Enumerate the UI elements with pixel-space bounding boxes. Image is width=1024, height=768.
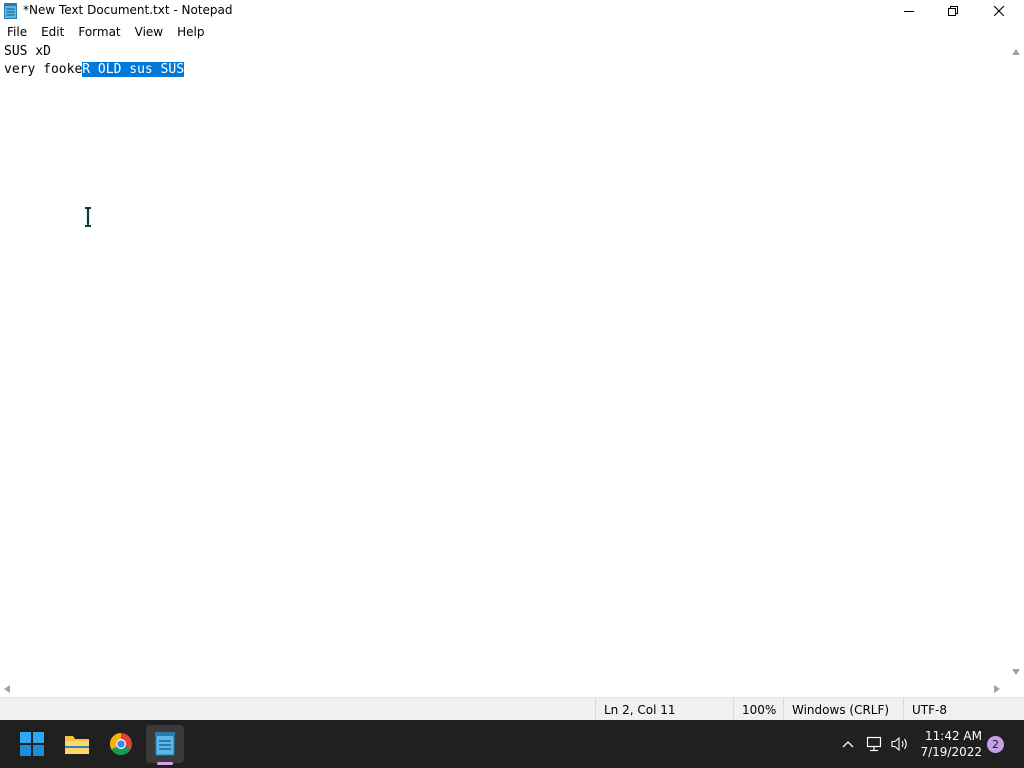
- restore-button[interactable]: [930, 0, 976, 22]
- text-cursor-icon: [85, 207, 91, 227]
- notepad-taskbar-button[interactable]: [146, 725, 184, 763]
- title-bar: *New Text Document.txt - Notepad: [0, 0, 1024, 22]
- minimize-icon: [904, 11, 914, 12]
- line-text: SUS xD: [4, 44, 51, 59]
- encoding: UTF-8: [903, 698, 1024, 721]
- editor-line: very fookeR OLD sus SUS: [4, 61, 185, 79]
- clock[interactable]: 11:42 AM 7/19/2022: [918, 728, 982, 760]
- chevron-up-icon: [842, 741, 854, 748]
- status-bar: Ln 2, Col 11 100% Windows (CRLF) UTF-8: [0, 697, 1024, 721]
- notepad-icon: [155, 732, 175, 756]
- notepad-app-icon: [4, 3, 17, 19]
- scroll-corner: [1008, 681, 1024, 697]
- menu-help[interactable]: Help: [170, 23, 211, 43]
- volume-icon: [891, 736, 907, 752]
- scroll-left-icon[interactable]: [4, 685, 10, 693]
- line-ending: Windows (CRLF): [783, 698, 903, 721]
- start-icon: [20, 732, 44, 756]
- restore-icon: [948, 6, 958, 16]
- clock-date: 7/19/2022: [920, 745, 982, 759]
- zoom-level: 100%: [733, 698, 783, 721]
- selected-text: R OLD sus SUS: [82, 62, 185, 77]
- file-explorer-icon: [65, 736, 89, 754]
- file-explorer-button[interactable]: [61, 728, 93, 760]
- horizontal-scrollbar[interactable]: [0, 681, 1008, 697]
- show-hidden-icons-button[interactable]: [839, 736, 857, 752]
- scroll-right-icon[interactable]: [994, 685, 1000, 693]
- cursor-position: Ln 2, Col 11: [595, 698, 733, 721]
- active-app-indicator: [157, 762, 173, 765]
- menu-edit[interactable]: Edit: [34, 23, 71, 43]
- start-button[interactable]: [16, 728, 48, 760]
- menu-format[interactable]: Format: [71, 23, 127, 43]
- close-icon: [994, 6, 1004, 16]
- scroll-up-icon[interactable]: [1012, 49, 1020, 55]
- volume-button[interactable]: [891, 736, 909, 752]
- menu-view[interactable]: View: [128, 23, 170, 43]
- minimize-button[interactable]: [886, 0, 932, 22]
- menu-bar: File Edit Format View Help: [0, 23, 1024, 43]
- chrome-button[interactable]: [105, 728, 137, 760]
- vertical-scrollbar[interactable]: [1008, 43, 1024, 681]
- clock-time: 11:42 AM: [925, 729, 982, 743]
- editor-line: SUS xD: [4, 43, 51, 61]
- text-editor[interactable]: SUS xD very fookeR OLD sus SUS: [0, 43, 1008, 681]
- taskbar: 11:42 AM 7/19/2022: [0, 720, 1024, 768]
- chrome-icon: [110, 733, 132, 755]
- window-title: *New Text Document.txt - Notepad: [23, 3, 233, 17]
- scroll-down-icon[interactable]: [1012, 669, 1020, 675]
- network-icon: [866, 736, 882, 752]
- network-button[interactable]: [866, 736, 884, 752]
- menu-file[interactable]: File: [0, 23, 34, 43]
- notification-badge[interactable]: 2: [987, 736, 1004, 753]
- close-button[interactable]: [976, 0, 1022, 22]
- line-text: very fooke: [4, 62, 83, 77]
